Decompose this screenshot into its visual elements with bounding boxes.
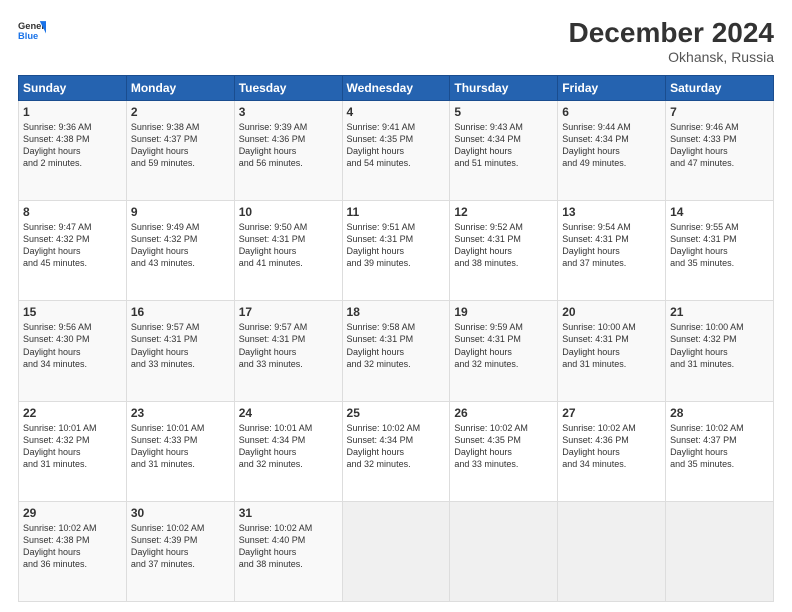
table-row: 1 Sunrise: 9:36 AMSunset: 4:38 PMDayligh… xyxy=(19,100,127,200)
table-row: 5 Sunrise: 9:43 AMSunset: 4:34 PMDayligh… xyxy=(450,100,558,200)
table-row: 30 Sunrise: 10:02 AMSunset: 4:39 PMDayli… xyxy=(126,501,234,601)
calendar-week-3: 15 Sunrise: 9:56 AMSunset: 4:30 PMDaylig… xyxy=(19,301,774,401)
table-row: 17 Sunrise: 9:57 AMSunset: 4:31 PMDaylig… xyxy=(234,301,342,401)
table-row: 15 Sunrise: 9:56 AMSunset: 4:30 PMDaylig… xyxy=(19,301,127,401)
table-row: 28 Sunrise: 10:02 AMSunset: 4:37 PMDayli… xyxy=(666,401,774,501)
col-thursday: Thursday xyxy=(450,75,558,100)
table-row: 23 Sunrise: 10:01 AMSunset: 4:33 PMDayli… xyxy=(126,401,234,501)
table-row: 27 Sunrise: 10:02 AMSunset: 4:36 PMDayli… xyxy=(558,401,666,501)
table-row: 25 Sunrise: 10:02 AMSunset: 4:34 PMDayli… xyxy=(342,401,450,501)
empty-cell xyxy=(558,501,666,601)
table-row: 12 Sunrise: 9:52 AMSunset: 4:31 PMDaylig… xyxy=(450,201,558,301)
table-row: 16 Sunrise: 9:57 AMSunset: 4:31 PMDaylig… xyxy=(126,301,234,401)
empty-cell xyxy=(450,501,558,601)
table-row: 26 Sunrise: 10:02 AMSunset: 4:35 PMDayli… xyxy=(450,401,558,501)
table-row: 18 Sunrise: 9:58 AMSunset: 4:31 PMDaylig… xyxy=(342,301,450,401)
col-friday: Friday xyxy=(558,75,666,100)
page-container: General Blue December 2024 Okhansk, Russ… xyxy=(0,0,792,612)
header: General Blue December 2024 Okhansk, Russ… xyxy=(18,18,774,65)
table-row: 31 Sunrise: 10:02 AMSunset: 4:40 PMDayli… xyxy=(234,501,342,601)
col-sunday: Sunday xyxy=(19,75,127,100)
col-tuesday: Tuesday xyxy=(234,75,342,100)
col-monday: Monday xyxy=(126,75,234,100)
empty-cell xyxy=(342,501,450,601)
table-row: 2 Sunrise: 9:38 AMSunset: 4:37 PMDayligh… xyxy=(126,100,234,200)
calendar-week-2: 8 Sunrise: 9:47 AMSunset: 4:32 PMDayligh… xyxy=(19,201,774,301)
table-row: 14 Sunrise: 9:55 AMSunset: 4:31 PMDaylig… xyxy=(666,201,774,301)
table-row: 13 Sunrise: 9:54 AMSunset: 4:31 PMDaylig… xyxy=(558,201,666,301)
calendar-table: Sunday Monday Tuesday Wednesday Thursday… xyxy=(18,75,774,602)
calendar-week-5: 29 Sunrise: 10:02 AMSunset: 4:38 PMDayli… xyxy=(19,501,774,601)
table-row: 7 Sunrise: 9:46 AMSunset: 4:33 PMDayligh… xyxy=(666,100,774,200)
table-row: 24 Sunrise: 10:01 AMSunset: 4:34 PMDayli… xyxy=(234,401,342,501)
empty-cell xyxy=(666,501,774,601)
svg-text:Blue: Blue xyxy=(18,31,38,41)
table-row: 10 Sunrise: 9:50 AMSunset: 4:31 PMDaylig… xyxy=(234,201,342,301)
title-section: December 2024 Okhansk, Russia xyxy=(569,18,774,65)
table-row: 6 Sunrise: 9:44 AMSunset: 4:34 PMDayligh… xyxy=(558,100,666,200)
table-row: 19 Sunrise: 9:59 AMSunset: 4:31 PMDaylig… xyxy=(450,301,558,401)
table-row: 9 Sunrise: 9:49 AMSunset: 4:32 PMDayligh… xyxy=(126,201,234,301)
table-row: 21 Sunrise: 10:00 AMSunset: 4:32 PMDayli… xyxy=(666,301,774,401)
logo: General Blue xyxy=(18,18,46,46)
col-wednesday: Wednesday xyxy=(342,75,450,100)
calendar-week-4: 22 Sunrise: 10:01 AMSunset: 4:32 PMDayli… xyxy=(19,401,774,501)
table-row: 29 Sunrise: 10:02 AMSunset: 4:38 PMDayli… xyxy=(19,501,127,601)
subtitle: Okhansk, Russia xyxy=(569,49,774,65)
table-row: 22 Sunrise: 10:01 AMSunset: 4:32 PMDayli… xyxy=(19,401,127,501)
calendar-header-row: Sunday Monday Tuesday Wednesday Thursday… xyxy=(19,75,774,100)
table-row: 4 Sunrise: 9:41 AMSunset: 4:35 PMDayligh… xyxy=(342,100,450,200)
table-row: 11 Sunrise: 9:51 AMSunset: 4:31 PMDaylig… xyxy=(342,201,450,301)
col-saturday: Saturday xyxy=(666,75,774,100)
table-row: 3 Sunrise: 9:39 AMSunset: 4:36 PMDayligh… xyxy=(234,100,342,200)
calendar-week-1: 1 Sunrise: 9:36 AMSunset: 4:38 PMDayligh… xyxy=(19,100,774,200)
month-title: December 2024 xyxy=(569,18,774,49)
table-row: 8 Sunrise: 9:47 AMSunset: 4:32 PMDayligh… xyxy=(19,201,127,301)
table-row: 20 Sunrise: 10:00 AMSunset: 4:31 PMDayli… xyxy=(558,301,666,401)
logo-icon: General Blue xyxy=(18,18,46,46)
